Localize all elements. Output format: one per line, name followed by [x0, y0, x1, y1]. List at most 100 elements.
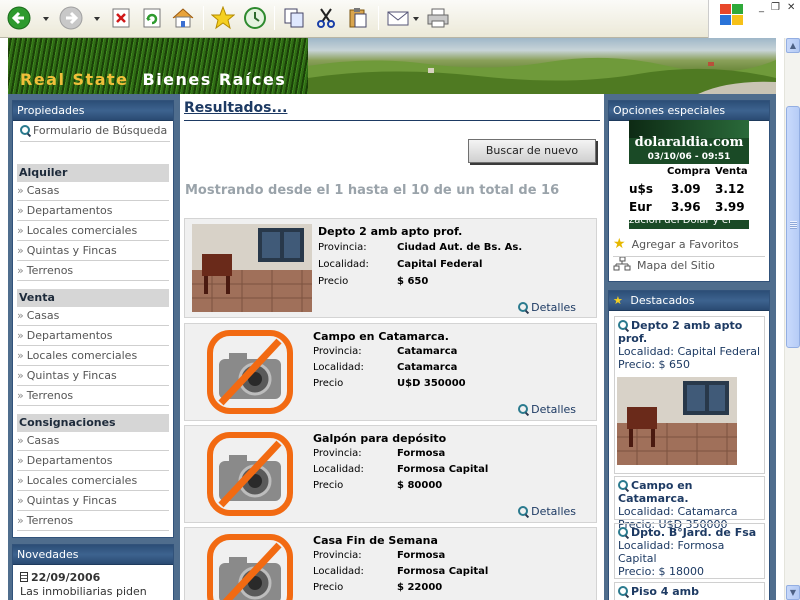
- eur-sell: 3.99: [715, 200, 745, 214]
- alquiler-quintas-link[interactable]: » Quintas y Fincas: [17, 241, 169, 261]
- featured-item[interactable]: Campo en Catamarca. Localidad: Catamarca…: [614, 476, 765, 531]
- mail-dropdown-icon[interactable]: [413, 17, 419, 21]
- site-map-link[interactable]: Mapa del Sitio: [613, 256, 715, 274]
- alquiler-terrenos-link[interactable]: » Terrenos: [17, 261, 169, 281]
- category-alquiler: Alquiler: [17, 164, 169, 182]
- print-icon[interactable]: [425, 5, 451, 31]
- magnifier-icon: [518, 404, 529, 414]
- listing-title[interactable]: Campo en Catamarca.: [313, 330, 449, 343]
- scroll-down-icon[interactable]: ▼: [786, 585, 800, 600]
- details-link[interactable]: Detalles: [518, 301, 576, 314]
- listing-card: Casa Fin de Semana Provincia: Formosa Lo…: [184, 527, 597, 600]
- stop-icon[interactable]: [108, 5, 134, 31]
- price-label: Precio: [318, 276, 349, 287]
- alquiler-locales-link[interactable]: » Locales comerciales: [17, 221, 169, 241]
- usd-sell: 3.12: [715, 182, 745, 196]
- add-favorites-link[interactable]: ★ Agregar a Favoritos: [613, 236, 765, 257]
- no-photo-icon[interactable]: [205, 329, 295, 417]
- province-label: Provincia:: [318, 242, 367, 253]
- site-brand: Real State Bienes Raíces: [20, 70, 286, 89]
- category-venta: Venta: [17, 289, 169, 307]
- featured-item[interactable]: Piso 4 amb Categoria: [614, 582, 765, 600]
- featured-item-locality: Localidad: Formosa Capital: [618, 539, 725, 565]
- favorites-icon[interactable]: [210, 5, 236, 31]
- refresh-icon[interactable]: [139, 5, 165, 31]
- back-icon[interactable]: [6, 5, 32, 31]
- venta-departamentos-link[interactable]: » Departamentos: [17, 326, 169, 346]
- results-count-text: Mostrando desde el 1 hasta el 10 de un t…: [185, 183, 560, 198]
- locality-value: Catamarca: [397, 362, 458, 373]
- no-photo-icon[interactable]: [205, 431, 295, 519]
- province-value: Catamarca: [397, 346, 458, 357]
- province-value: Ciudad Aut. de Bs. As.: [397, 242, 523, 253]
- price-label: Precio: [313, 378, 344, 389]
- venta-locales-link[interactable]: » Locales comerciales: [17, 346, 169, 366]
- close-icon[interactable]: ✕: [787, 2, 795, 13]
- featured-title-bar: ★ Destacados: [609, 291, 769, 311]
- featured-item-price: Precio: $ 650: [618, 358, 691, 371]
- locality-label: Localidad:: [318, 259, 369, 270]
- venta-quintas-link[interactable]: » Quintas y Fincas: [17, 366, 169, 386]
- featured-item[interactable]: Dpto. B°Jard. de Fsa Localidad: Formosa …: [614, 523, 765, 579]
- listing-title[interactable]: Galpón para depósito: [313, 432, 446, 445]
- locality-value: Formosa Capital: [397, 566, 489, 577]
- listing-title[interactable]: Casa Fin de Semana: [313, 534, 438, 547]
- magnifier-icon: [618, 320, 628, 330]
- forward-icon[interactable]: [58, 5, 84, 31]
- consignaciones-quintas-link[interactable]: » Quintas y Fincas: [17, 491, 169, 511]
- featured-item[interactable]: Depto 2 amb apto prof. Localidad: Capita…: [614, 316, 765, 474]
- magnifier-icon: [618, 480, 628, 490]
- dolar-col-sell: Venta: [715, 166, 748, 177]
- listing-card: Depto 2 amb apto prof. Provincia: Ciudad…: [184, 218, 597, 318]
- listing-title[interactable]: Depto 2 amb apto prof.: [318, 225, 462, 238]
- consignaciones-departamentos-link[interactable]: » Departamentos: [17, 451, 169, 471]
- copy-icon[interactable]: [281, 5, 307, 31]
- windows-logo-icon: [719, 3, 745, 27]
- document-icon: [20, 572, 28, 582]
- dolar-col-buy: Compra: [667, 166, 711, 177]
- featured-item-title: Campo en Catamarca.: [618, 479, 693, 505]
- news-text[interactable]: Las inmobiliarias piden: [20, 585, 147, 598]
- dollar-rate-widget[interactable]: dolaraldia.com 03/10/06 - 09:51 Compra V…: [629, 120, 749, 229]
- locality-value: Formosa Capital: [397, 464, 489, 475]
- back-dropdown-icon[interactable]: [43, 17, 49, 21]
- price-label: Precio: [313, 480, 344, 491]
- home-icon[interactable]: [170, 5, 196, 31]
- alquiler-departamentos-link[interactable]: » Departamentos: [17, 201, 169, 221]
- scroll-up-icon[interactable]: ▲: [786, 38, 800, 53]
- usd-buy: 3.09: [671, 182, 701, 196]
- dolar-datetime: 03/10/06 - 09:51: [647, 152, 731, 162]
- province-label: Provincia:: [313, 550, 362, 561]
- dolar-ticker: zación del Dolar y el: [629, 215, 731, 226]
- cut-icon[interactable]: [313, 5, 339, 31]
- browser-toolbar: _ ❐ ✕: [0, 0, 800, 38]
- history-icon[interactable]: [242, 5, 268, 31]
- featured-item-photo[interactable]: [617, 377, 737, 465]
- restore-icon[interactable]: ❐: [771, 2, 780, 13]
- details-link[interactable]: Detalles: [518, 505, 576, 518]
- listing-photo[interactable]: [192, 224, 312, 312]
- paste-icon[interactable]: [345, 5, 371, 31]
- search-again-button[interactable]: Buscar de nuevo: [468, 139, 596, 163]
- province-value: Formosa: [397, 448, 446, 459]
- page-scrollbar[interactable]: ▲ ▼: [784, 38, 800, 600]
- forward-dropdown-icon[interactable]: [94, 17, 100, 21]
- eur-label: Eur: [629, 200, 652, 214]
- site-banner: Real State Bienes Raíces: [8, 38, 776, 94]
- featured-item-title: Depto 2 amb apto prof.: [618, 319, 743, 345]
- consignaciones-casas-link[interactable]: » Casas: [17, 431, 169, 451]
- alquiler-casas-link[interactable]: » Casas: [17, 181, 169, 201]
- consignaciones-locales-link[interactable]: » Locales comerciales: [17, 471, 169, 491]
- minimize-icon[interactable]: _: [759, 2, 764, 13]
- venta-casas-link[interactable]: » Casas: [17, 306, 169, 326]
- venta-terrenos-link[interactable]: » Terrenos: [17, 386, 169, 406]
- special-options-title: Opciones especiales: [609, 101, 769, 121]
- mail-icon[interactable]: [385, 5, 411, 31]
- details-link[interactable]: Detalles: [518, 403, 576, 416]
- window-controls: _ ❐ ✕: [708, 0, 800, 38]
- no-photo-icon[interactable]: [205, 533, 295, 600]
- consignaciones-terrenos-link[interactable]: » Terrenos: [17, 511, 169, 531]
- search-form-link[interactable]: Formulario de Búsqueda: [20, 124, 170, 142]
- news-date: 22/09/2006: [20, 571, 100, 584]
- scrollbar-thumb[interactable]: [786, 106, 800, 348]
